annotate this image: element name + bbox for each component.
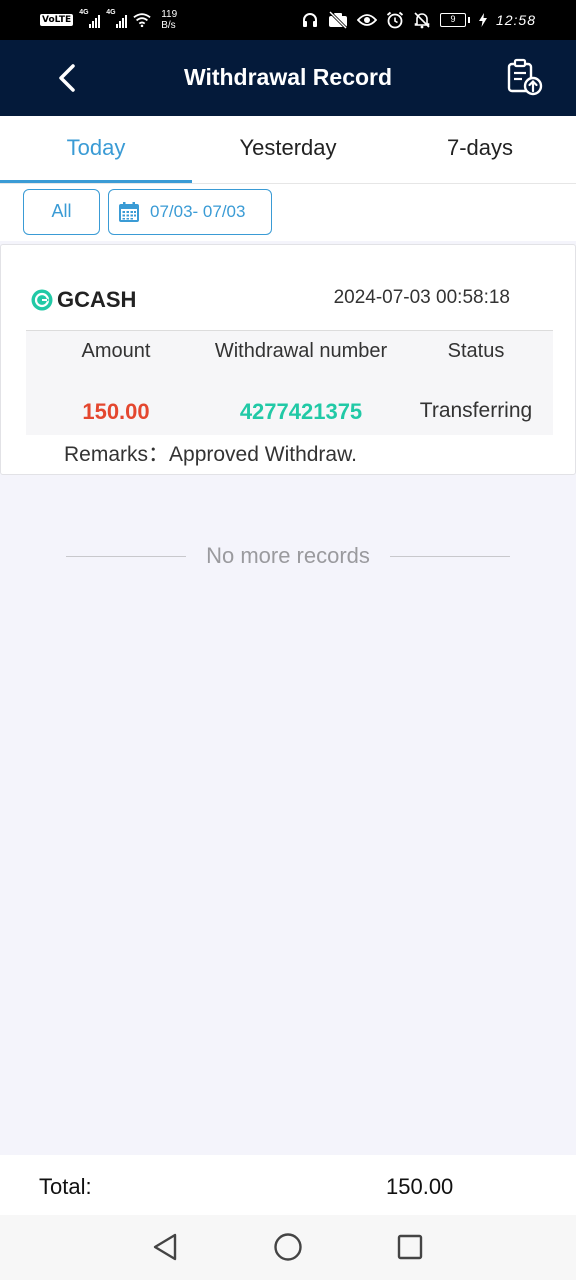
- filter-all-button[interactable]: All: [23, 189, 100, 235]
- list-end-indicator: No more records: [66, 540, 510, 572]
- eye-icon: [356, 14, 377, 26]
- date-tabs: Today Yesterday 7-days: [0, 116, 576, 183]
- recents-square-icon[interactable]: [394, 1231, 426, 1263]
- clock: 12:58: [495, 12, 536, 28]
- status-value: Transferring: [419, 399, 533, 422]
- volte-badge: VoLTE: [40, 14, 74, 26]
- network-speed: 119 B/s: [161, 9, 178, 31]
- date-range-label: 07/03- 07/03: [150, 202, 246, 221]
- withdrawal-number-header: Withdrawal number: [214, 340, 388, 362]
- tab-today[interactable]: Today: [0, 116, 192, 183]
- back-triangle-icon[interactable]: [150, 1231, 182, 1263]
- calendar-icon: [119, 202, 139, 222]
- withdrawal-record-card[interactable]: GCASH 2024-07-03 00:58:18 Amount Withdra…: [0, 244, 576, 475]
- divider-right: [390, 556, 510, 557]
- total-bar: Total: 150.00: [0, 1155, 576, 1215]
- tab-7-days[interactable]: 7-days: [384, 116, 576, 183]
- signal-icon: 4G: [106, 9, 128, 28]
- signal-icon: 4G: [79, 9, 101, 28]
- upload-record-button[interactable]: [506, 58, 544, 98]
- headphones-icon: [302, 13, 317, 27]
- gcash-logo-icon: [31, 289, 53, 311]
- status-bar: VoLTE 4G 4G 119 B/s 9 12:58: [0, 0, 576, 40]
- system-nav-bar: [0, 1215, 576, 1280]
- total-label: Total:: [39, 1174, 92, 1199]
- bell-off-icon: [414, 12, 430, 29]
- page-title: Withdrawal Record: [183, 64, 393, 90]
- remarks: Remarks：Approved Withdraw.: [64, 438, 357, 468]
- filter-bar: All 07/03- 07/03: [0, 183, 576, 241]
- date-range-button[interactable]: 07/03- 07/03: [108, 189, 272, 235]
- clipboard-upload-icon: [507, 58, 543, 96]
- payment-method: GCASH: [31, 287, 136, 313]
- battery-icon: 9: [439, 13, 470, 27]
- amount-value: 150.00: [82, 399, 150, 424]
- payment-method-name: GCASH: [57, 287, 137, 312]
- record-datetime: 2024-07-03 00:58:18: [333, 287, 510, 308]
- wifi-icon: [133, 13, 151, 28]
- remarks-label: Remarks：: [64, 443, 170, 466]
- tab-yesterday[interactable]: Yesterday: [192, 116, 384, 183]
- remarks-text: Approved Withdraw.: [169, 443, 357, 466]
- record-details: Amount Withdrawal number Status 150.00 4…: [26, 330, 553, 435]
- amount-header: Amount: [81, 340, 151, 362]
- status-header: Status: [447, 340, 505, 362]
- home-circle-icon[interactable]: [272, 1231, 304, 1263]
- total-value: 150.00: [386, 1174, 454, 1199]
- withdrawal-number-value: 4277421375: [239, 399, 363, 424]
- camera-off-icon: [328, 11, 348, 29]
- charging-icon: [478, 13, 487, 27]
- app-header: Withdrawal Record: [0, 40, 576, 116]
- alarm-icon: [386, 11, 404, 29]
